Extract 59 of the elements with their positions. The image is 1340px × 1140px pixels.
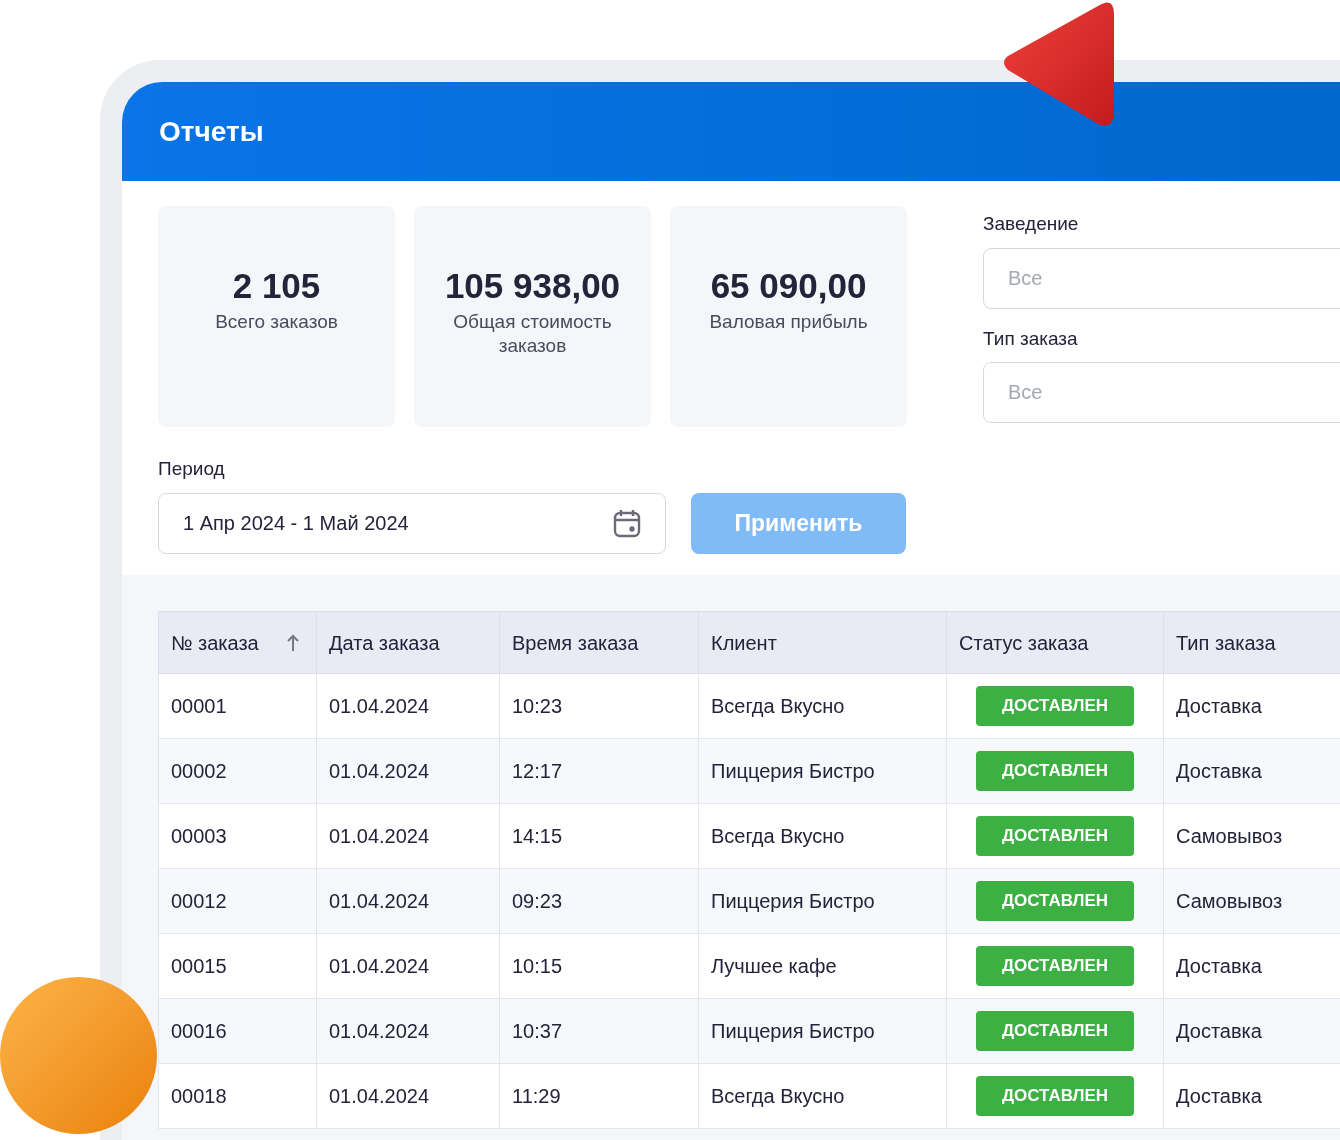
stat-label: Валовая прибыль [708,310,869,334]
table-cell: 01.04.2024 [329,1085,430,1107]
table-cell: 00016 [171,1020,227,1042]
table-cell: 10:37 [512,1020,563,1042]
table-cell: 10:15 [512,955,563,977]
table-cell: Пиццерия Бистро [711,1020,875,1042]
table-cell: 01.04.2024 [329,890,430,912]
table-cell: 01.04.2024 [329,825,430,847]
table-cell: Пиццерия Бистро [711,890,875,912]
table-cell: 01.04.2024 [329,760,430,782]
status-badge: ДОСТАВЛЕН [976,751,1134,791]
table-cell: 10:23 [512,695,563,717]
table-cell: 00002 [171,760,227,782]
filter-label: Тип заказа [983,326,1079,351]
table-cell: Всегда Вкусно [711,1085,845,1107]
table-cell: 01.04.2024 [329,1020,430,1042]
table-cell: 01.04.2024 [329,955,430,977]
table-cell: 00012 [171,890,227,912]
table-cell: Доставка [1176,695,1262,717]
table-cell: Всегда Вкусно [711,695,845,717]
table-cell: 00003 [171,825,227,847]
table-cell: 09:23 [512,890,563,912]
table-cell: Самовывоз [1176,890,1283,912]
status-badge: ДОСТАВЛЕН [976,816,1134,856]
date-range-value: 1 Апр 2024 - 1 Май 2024 [183,511,409,536]
filter-select[interactable]: Все [983,247,1340,309]
period-label: Период [158,457,226,481]
table-cell: 00015 [171,955,227,977]
table-cell: 01.04.2024 [329,695,430,717]
table-cell: Доставка [1176,955,1262,977]
calendar-icon [613,508,641,538]
table-cell: Лучшее кафе [711,955,837,977]
filter-label: Заведение [983,212,1080,236]
column-header[interactable]: Клиент [711,627,777,658]
table-cell: 11:29 [512,1085,561,1107]
page-title: Отчеты [159,114,264,149]
table-cell: 00018 [171,1085,227,1107]
table-cell: Пиццерия Бистро [711,760,875,782]
table-cell: Всегда Вкусно [711,825,845,847]
filter-select[interactable]: Все [983,362,1340,423]
stat-value: 65 090,00 [710,265,867,307]
stat-label: Общая стоимость заказов [452,310,613,358]
stat-value: 105 938,00 [444,265,621,307]
status-badge: ДОСТАВЛЕН [976,686,1134,726]
table-cell: 00001 [171,695,227,717]
table-cell: Самовывоз [1176,825,1283,847]
table-cell: 14:15 [512,825,563,847]
table-cell: Доставка [1176,1085,1262,1107]
sort-arrow-icon[interactable] [286,633,300,652]
status-badge: ДОСТАВЛЕН [976,1011,1134,1051]
table-cell: Доставка [1176,760,1262,782]
table-cell: 12:17 [512,760,563,782]
status-badge: ДОСТАВЛЕН [976,881,1134,921]
stat-label: Всего заказов [214,310,339,334]
status-badge: ДОСТАВЛЕН [976,946,1134,986]
status-badge: ДОСТАВЛЕН [976,1076,1134,1116]
date-range-field[interactable]: 1 Апр 2024 - 1 Май 2024 [158,492,666,554]
table-cell: Доставка [1176,1020,1262,1042]
stat-value: 2 105 [232,265,321,307]
